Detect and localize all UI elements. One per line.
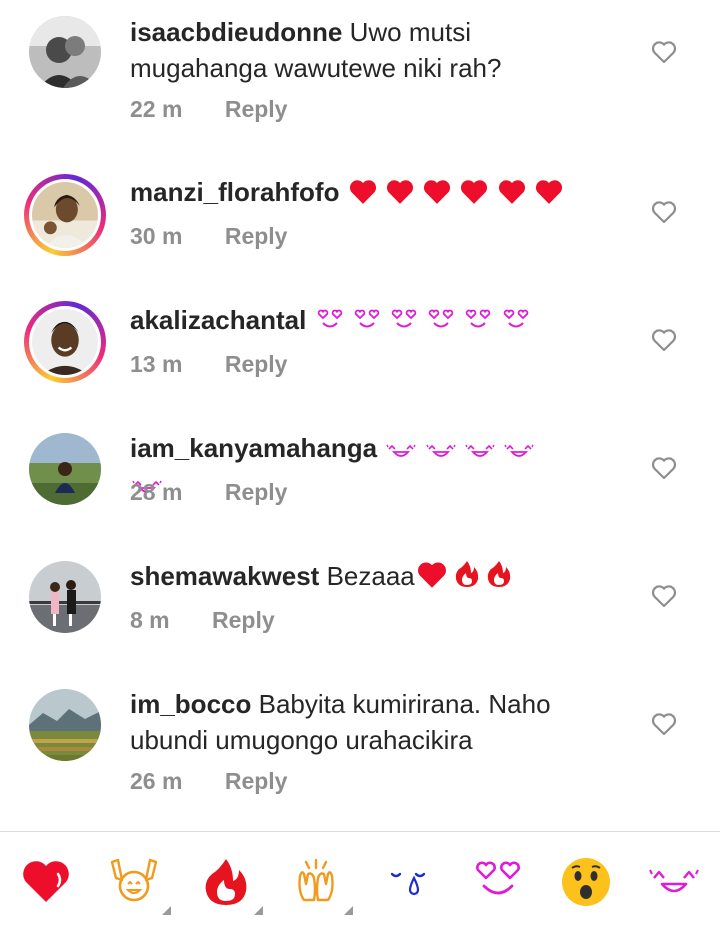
comment-text: Bezaaa: [326, 561, 415, 591]
comment-time: 22 m: [130, 96, 183, 122]
red-heart-icon: [349, 180, 376, 204]
comment-text: Uwo mutsi: [349, 17, 471, 47]
reply-button[interactable]: Reply: [225, 479, 288, 506]
reply-button[interactable]: Reply: [225, 223, 288, 250]
avatar[interactable]: [24, 556, 106, 638]
laughing-face-icon: [649, 869, 699, 893]
comment-time: 28 m: [130, 479, 183, 505]
laughing-face-icon: [425, 444, 456, 457]
reply-button[interactable]: Reply: [225, 351, 288, 378]
reply-button[interactable]: Reply: [212, 607, 275, 634]
reply-button[interactable]: Reply: [225, 768, 288, 795]
quick-reaction-clapping[interactable]: [290, 856, 342, 908]
comment-emoji-group: [415, 561, 513, 591]
comments-screen: isaacbdieudonne Uwo mutsi mugahanga wawu…: [0, 0, 720, 927]
quick-reactions-bar: [0, 832, 720, 927]
smiling-heart-eyes-icon: [503, 309, 528, 328]
comment-time: 30 m: [130, 223, 183, 249]
like-heart-outline-icon[interactable]: [651, 584, 677, 608]
red-heart-icon: [23, 861, 69, 902]
red-heart-icon: [386, 180, 413, 204]
comment-emoji-group: [314, 305, 530, 335]
smiling-heart-eyes-icon: [317, 309, 342, 328]
comment-username[interactable]: iam_kanyamahanga: [130, 433, 377, 463]
comment-text: Babyita kumirirana. Naho: [258, 689, 551, 719]
avatar-story-ring[interactable]: [24, 301, 106, 383]
laughing-face-icon: [504, 444, 534, 457]
quick-reaction-laughing[interactable]: [648, 856, 700, 908]
laughing-face-icon: [465, 444, 495, 457]
avatar-story-ring[interactable]: [24, 174, 106, 256]
comment-time: 8 m: [130, 607, 170, 633]
red-heart-icon: [424, 180, 451, 204]
crying-face-icon: [390, 872, 426, 896]
fire-icon: [455, 561, 478, 587]
quick-reaction-raising-hands[interactable]: [108, 856, 160, 908]
smiling-heart-eyes-icon: [466, 309, 491, 328]
avatar[interactable]: [24, 11, 106, 93]
like-heart-outline-icon[interactable]: [651, 456, 677, 480]
red-heart-icon: [461, 180, 488, 204]
quick-reaction-heart-eyes[interactable]: [472, 856, 524, 908]
comment-text-continued: ubundi umugongo urahacikira: [130, 725, 473, 755]
variant-indicator: [344, 906, 353, 915]
laughing-face-icon: [386, 444, 417, 457]
comment-emoji-group: [347, 177, 563, 207]
avatar[interactable]: [24, 428, 106, 510]
comment-time: 26 m: [130, 768, 183, 794]
smiling-heart-eyes-icon: [476, 861, 520, 895]
reply-button[interactable]: Reply: [225, 96, 288, 123]
quick-reaction-astonished[interactable]: [560, 856, 612, 908]
comment-username[interactable]: manzi_florahfofo: [130, 177, 339, 207]
comment-time: 13 m: [130, 351, 183, 377]
quick-reaction-crying[interactable]: [382, 856, 434, 908]
clapping-hands-icon: [298, 858, 334, 902]
red-heart-icon: [417, 562, 446, 588]
variant-indicator: [162, 906, 171, 915]
like-heart-outline-icon[interactable]: [651, 40, 677, 64]
quick-reaction-heart[interactable]: [20, 856, 72, 908]
like-heart-outline-icon[interactable]: [651, 328, 677, 352]
red-heart-icon: [535, 180, 562, 204]
comment-username[interactable]: shemawakwest: [130, 561, 319, 591]
fire-icon: [487, 561, 510, 587]
quick-reaction-fire[interactable]: [200, 856, 252, 908]
like-heart-outline-icon[interactable]: [651, 712, 677, 736]
comment-text-continued: mugahanga wawutewe niki rah?: [130, 53, 502, 83]
smiling-heart-eyes-icon: [428, 309, 454, 328]
red-heart-icon: [498, 180, 525, 204]
astonished-face-icon: [562, 858, 610, 906]
like-heart-outline-icon[interactable]: [651, 200, 677, 224]
variant-indicator: [254, 906, 263, 915]
avatar[interactable]: [24, 684, 106, 766]
fire-icon: [205, 859, 247, 905]
comment-username[interactable]: akalizachantal: [130, 305, 306, 335]
smiling-heart-eyes-icon: [354, 309, 380, 328]
comment-username[interactable]: isaacbdieudonne: [130, 17, 342, 47]
comment-username[interactable]: im_bocco: [130, 689, 251, 719]
raising-hands-icon: [110, 858, 158, 902]
smiling-heart-eyes-icon: [391, 309, 417, 328]
